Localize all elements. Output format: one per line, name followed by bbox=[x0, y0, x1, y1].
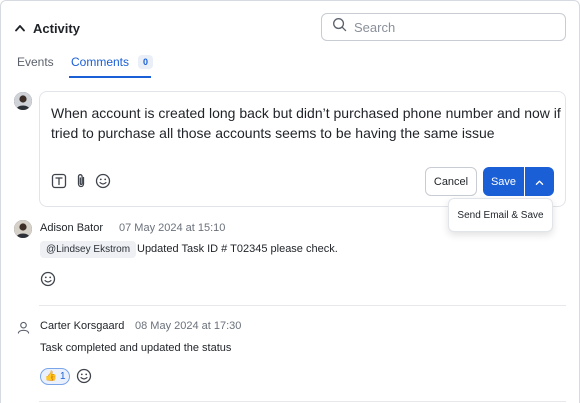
attachment-icon[interactable] bbox=[72, 172, 90, 190]
emoji-icon[interactable] bbox=[39, 270, 57, 288]
search-box[interactable] bbox=[321, 13, 566, 41]
send-email-save-option[interactable]: Send Email & Save bbox=[448, 198, 553, 232]
comment-divider bbox=[39, 401, 566, 402]
chevron-up-icon bbox=[535, 173, 544, 191]
user-icon bbox=[17, 321, 30, 339]
thumbs-up-reaction[interactable]: 👍 1 bbox=[40, 368, 70, 385]
mention-tag[interactable]: @Lindsey Ekstrom bbox=[40, 241, 137, 258]
emoji-icon[interactable] bbox=[94, 172, 112, 190]
tab-events[interactable]: Events bbox=[17, 55, 54, 69]
cancel-button[interactable]: Cancel bbox=[425, 167, 477, 196]
active-tab-indicator bbox=[69, 76, 151, 78]
comment-author: Adison Bator bbox=[40, 222, 103, 234]
comments-count-badge: 0 bbox=[138, 55, 154, 69]
activity-title: Activity bbox=[33, 20, 80, 36]
tab-comments-label: Comments bbox=[71, 55, 130, 69]
text-format-icon[interactable] bbox=[50, 172, 68, 190]
save-options-button[interactable] bbox=[525, 167, 554, 196]
activity-panel: Activity Events Comments 0 When account … bbox=[0, 0, 580, 403]
mention-label: @Lindsey Ekstrom bbox=[46, 244, 131, 255]
composer-text[interactable]: When account is created long back but di… bbox=[51, 103, 561, 143]
chevron-up-icon bbox=[15, 19, 25, 37]
comment-timestamp: 07 May 2024 at 15:10 bbox=[119, 222, 226, 234]
thumbs-up-icon: 👍 bbox=[44, 371, 57, 382]
search-icon bbox=[332, 17, 347, 37]
avatar bbox=[14, 220, 32, 238]
tab-comments[interactable]: Comments 0 bbox=[71, 55, 154, 69]
search-input[interactable] bbox=[354, 19, 544, 35]
comment-text: Updated Task ID # T02345 please check. bbox=[137, 243, 338, 255]
tab-events-label: Events bbox=[17, 55, 54, 69]
comment-timestamp: 08 May 2024 at 17:30 bbox=[135, 320, 242, 332]
dropdown-item-label: Send Email & Save bbox=[457, 209, 544, 221]
emoji-icon[interactable] bbox=[75, 367, 93, 385]
activity-collapse-toggle[interactable]: Activity bbox=[15, 19, 80, 37]
avatar bbox=[14, 92, 32, 110]
comment-divider bbox=[39, 305, 566, 306]
save-button[interactable]: Save bbox=[483, 167, 524, 196]
comment-text: Task completed and updated the status bbox=[40, 342, 232, 354]
reaction-count: 1 bbox=[59, 371, 66, 382]
comment-author: Carter Korsgaard bbox=[40, 320, 125, 332]
